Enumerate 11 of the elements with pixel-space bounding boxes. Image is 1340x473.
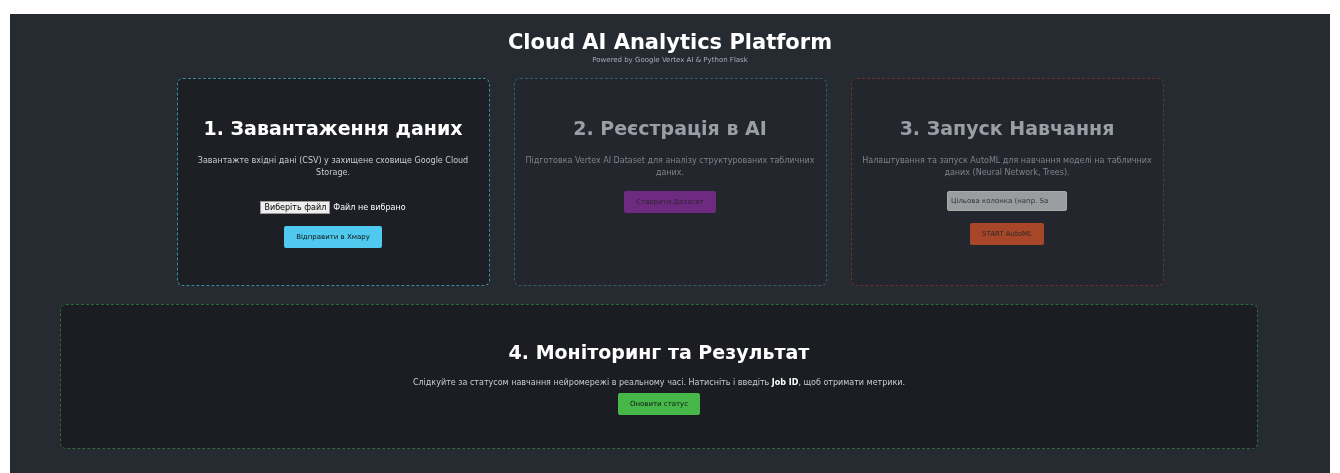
card-title: 3. Запуск Навчання (899, 117, 1115, 139)
card-description: Слідкуйте за статусом навчання нейромережі в реальному часі. Натисніть і введіть Job ID, щоб отримати метрики. (412, 377, 906, 389)
card-description: Підготовка Vertex AI Dataset для аналізу структурованих табличних даних. (524, 155, 816, 179)
card-title: 2. Реєстрація в AI (573, 117, 767, 139)
card-description: Налаштування та запуск AutoML для навчання моделі на табличних даних (Neural Network, Trees). (861, 155, 1153, 179)
page-title: Cloud AI Analytics Platform (507, 30, 833, 54)
card-title: 4. Моніторинг та Результат (508, 341, 810, 363)
choose-file-button[interactable]: Виберіть файл (260, 201, 331, 214)
card-description: Завантажте вхідні дані (CSV) у захищене сховище Google Cloud Storage. (196, 155, 470, 179)
card-title: 1. Завантаження даних (203, 117, 463, 139)
file-status: Файл не вибрано (333, 203, 406, 212)
